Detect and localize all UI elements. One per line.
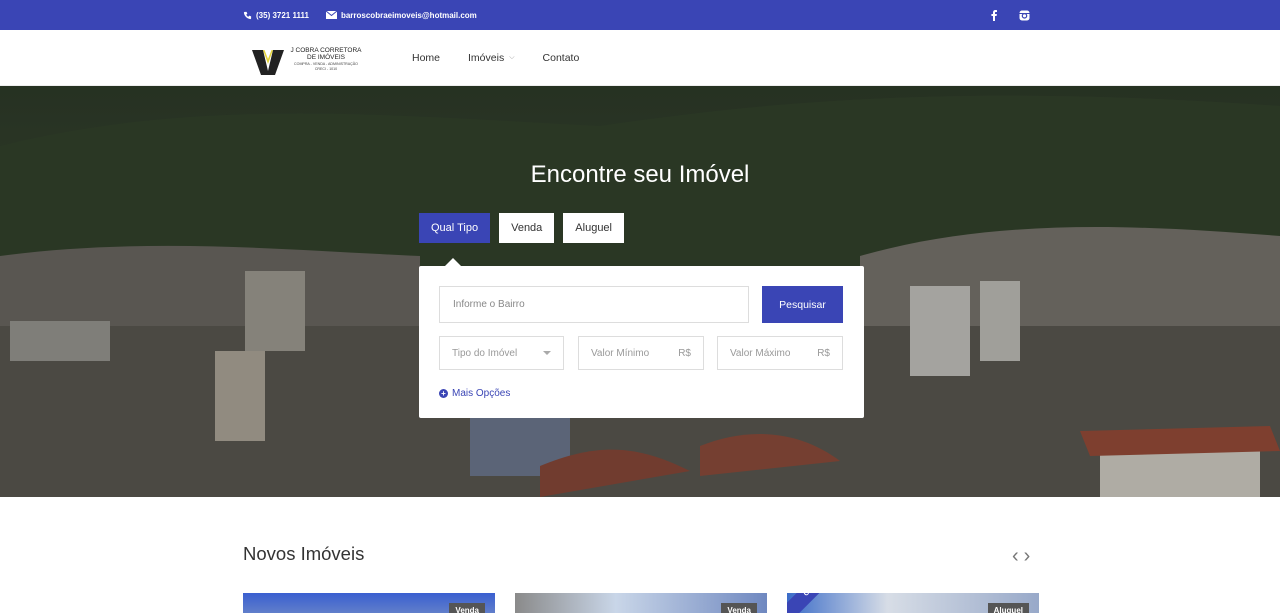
carousel-arrows: ‹ › [1012,546,1035,566]
instagram-icon[interactable] [1016,7,1032,23]
more-options-link[interactable]: + Mais Opções [439,388,510,399]
tipo-imovel-label: Tipo do Imóvel [452,347,518,359]
property-card[interactable]: Oferta Aluguel [787,593,1039,613]
more-options-label: Mais Opções [452,388,511,399]
phone-number: (35) 3721 1111 [256,10,309,20]
type-tabs: Qual Tipo Venda Aluguel [419,213,633,243]
nav-contato[interactable]: Contato [543,52,580,64]
main-nav: Home Imóveis ⌵ Contato [412,30,607,86]
property-card[interactable]: Venda [515,593,767,613]
logo-line-2: DE IMÓVEIS [307,54,345,61]
nav-home-label: Home [412,52,441,64]
logo-line-4: CRECI - 1010 [314,67,338,71]
caret-down-icon [543,351,551,355]
status-badge: Venda [721,603,757,613]
offer-ribbon: Oferta [787,593,830,613]
valor-minimo-input[interactable]: Valor Mínimo R$ [578,336,704,370]
tab-aluguel[interactable]: Aluguel [563,213,624,243]
hero-banner: Encontre seu Imóvel Qual Tipo Venda Alug… [0,86,1280,497]
section-title: Novos Imóveis [243,543,365,564]
hero-title: Encontre seu Imóvel [530,161,750,188]
top-bar: (35) 3721 1111 barroscobraeimoveis@hotma… [0,0,1280,30]
plus-circle-icon: + [439,389,448,398]
status-badge: Venda [449,603,485,613]
bairro-input[interactable]: Informe o Bairro [439,286,749,323]
tab-qual-tipo[interactable]: Qual Tipo [419,213,491,243]
nav-home[interactable]: Home [412,52,440,64]
bairro-placeholder: Informe o Bairro [453,299,525,310]
valor-minimo-placeholder: Valor Mínimo [591,347,650,359]
facebook-icon[interactable] [986,7,1002,23]
envelope-icon [325,11,337,19]
property-card[interactable]: Venda [243,593,495,613]
chevron-right-icon[interactable]: › [1024,546,1031,566]
company-logo[interactable]: J COBRA CORRETORA DE IMÓVEIS COMPRA - VE… [251,47,366,77]
logo-text: J COBRA CORRETORA DE IMÓVEIS COMPRA - VE… [288,47,364,71]
main-header: J COBRA CORRETORA DE IMÓVEIS COMPRA - VE… [0,30,1280,86]
nav-contato-label: Contato [542,52,580,64]
email-item[interactable]: barroscobraeimoveis@hotmail.com [325,10,477,20]
logo-mark [251,47,285,77]
currency-label-min: R$ [678,347,691,359]
nav-imoveis[interactable]: Imóveis ⌵ [468,52,515,64]
currency-label-max: R$ [817,347,830,359]
status-badge: Aluguel [987,603,1029,613]
social-links [986,0,1046,30]
valor-maximo-placeholder: Valor Máximo [730,347,791,359]
contact-info: (35) 3721 1111 barroscobraeimoveis@hotma… [243,0,494,30]
chevron-left-icon[interactable]: ‹ [1012,546,1019,566]
tab-venda[interactable]: Venda [499,213,555,243]
phone-item[interactable]: (35) 3721 1111 [243,11,309,20]
phone-icon [243,11,252,19]
search-panel: Informe o Bairro Pesquisar Tipo do Imóve… [419,266,864,418]
valor-maximo-input[interactable]: Valor Máximo R$ [717,336,843,370]
email-address: barroscobraeimoveis@hotmail.com [340,10,477,20]
nav-imoveis-label: Imóveis [468,52,505,64]
tipo-imovel-select[interactable]: Tipo do Imóvel [439,336,564,370]
active-tab-pointer [445,258,461,266]
chevron-down-icon: ⌵ [509,54,515,61]
search-button[interactable]: Pesquisar [762,286,843,323]
logo-line-1: J COBRA CORRETORA [290,47,362,54]
